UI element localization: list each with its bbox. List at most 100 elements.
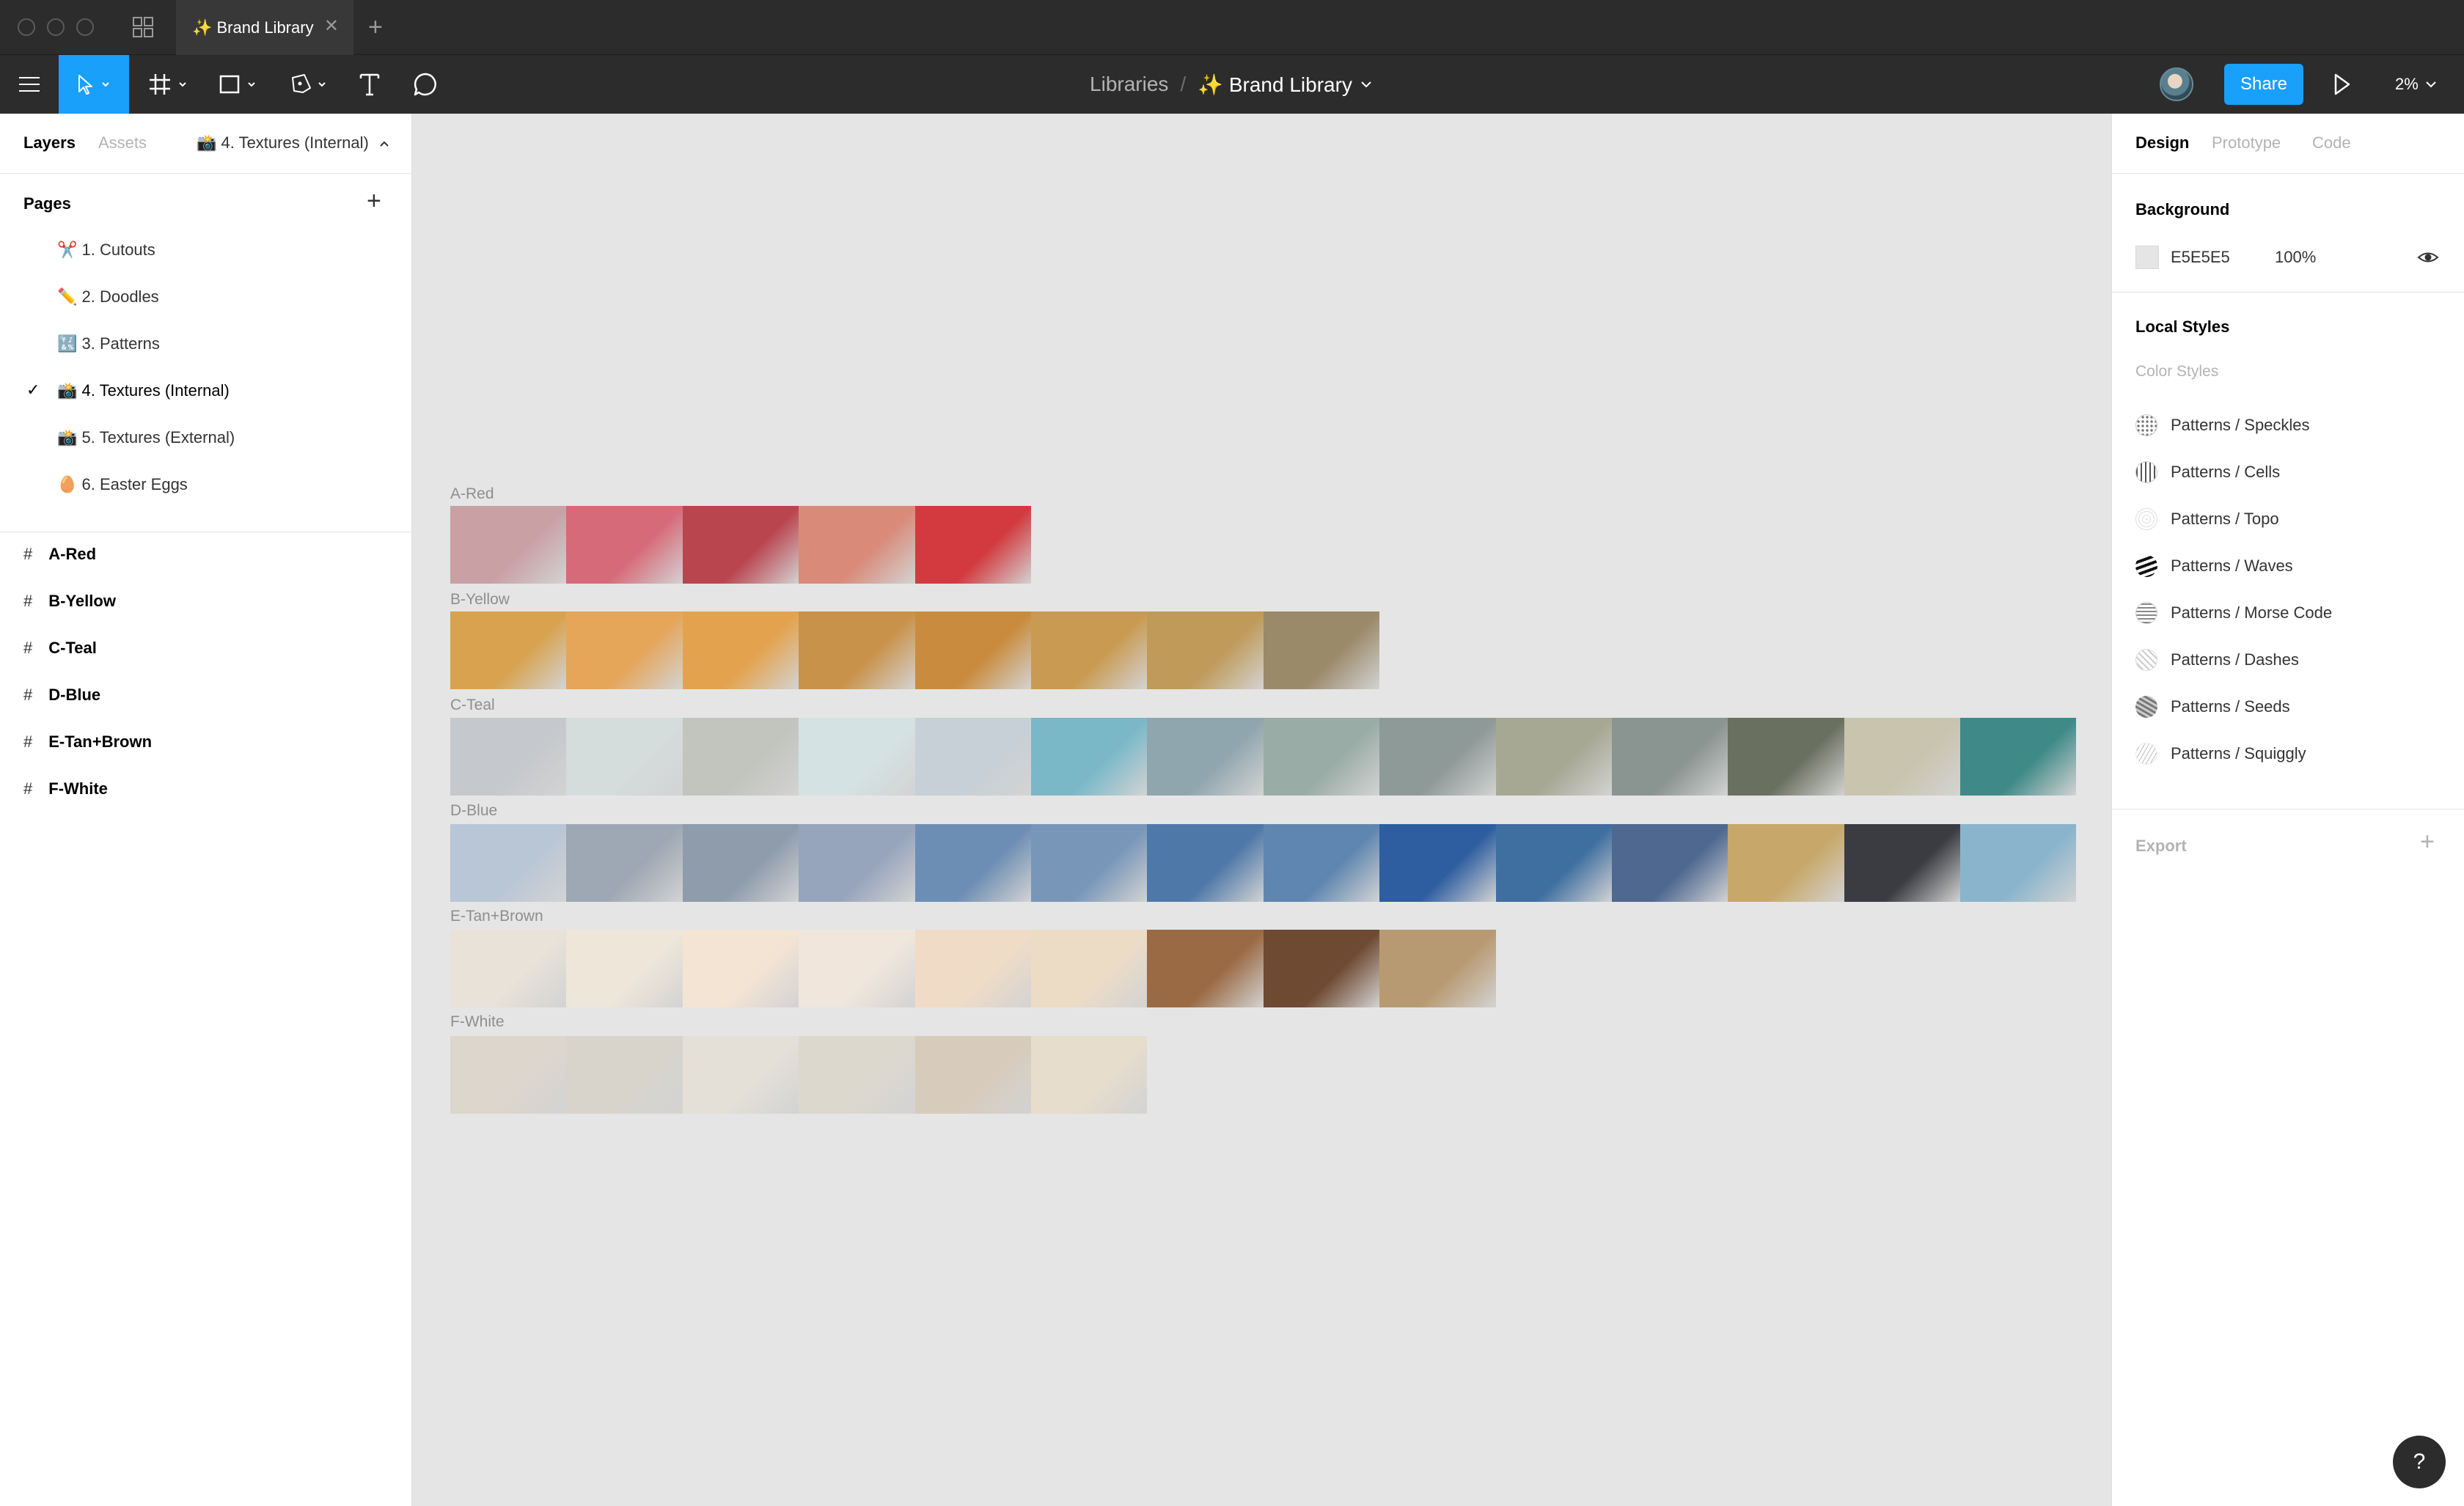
texture-tile[interactable] — [1611, 718, 1728, 796]
chevron-down-icon[interactable] — [1358, 79, 1374, 89]
tab-layers[interactable]: Layers — [23, 133, 76, 153]
style-item[interactable]: Patterns / Morse Code — [2135, 602, 2332, 624]
frame-f-white[interactable] — [450, 1036, 1148, 1114]
texture-tile[interactable] — [1728, 824, 1844, 902]
texture-tile[interactable] — [1147, 611, 1264, 689]
page-item[interactable]: 🔣 3. Patterns — [57, 334, 160, 353]
texture-tile[interactable] — [1379, 718, 1496, 796]
texture-tile[interactable] — [450, 718, 567, 796]
eye-icon[interactable] — [2417, 249, 2439, 266]
texture-tile[interactable] — [1263, 824, 1380, 902]
texture-tile[interactable] — [682, 1036, 799, 1114]
frame-label-c-teal[interactable]: C-Teal — [450, 697, 495, 714]
texture-tile[interactable] — [914, 506, 1031, 584]
style-item[interactable]: Patterns / Topo — [2135, 508, 2279, 530]
layer-item-a-red[interactable]: # A-Red — [23, 545, 96, 564]
texture-tile[interactable] — [1611, 824, 1728, 902]
texture-tile[interactable] — [566, 1036, 683, 1114]
texture-tile[interactable] — [799, 930, 915, 1007]
texture-tile[interactable] — [1844, 824, 1961, 902]
share-button[interactable]: Share — [2224, 64, 2303, 105]
tab-prototype[interactable]: Prototype — [2212, 133, 2281, 153]
page-item[interactable]: ✂️ 1. Cutouts — [57, 240, 155, 260]
texture-tile[interactable] — [1030, 611, 1148, 689]
add-page-button[interactable]: + — [367, 188, 381, 213]
style-item[interactable]: Patterns / Speckles — [2135, 414, 2310, 436]
layer-item-f-white[interactable]: # F-White — [23, 779, 108, 798]
frame-c-teal[interactable] — [450, 718, 2077, 796]
page-item[interactable]: 📸 5. Textures (External) — [57, 428, 235, 447]
frame-label-a-red[interactable]: A-Red — [450, 485, 494, 503]
texture-tile[interactable] — [1263, 930, 1380, 1007]
texture-tile[interactable] — [566, 930, 683, 1007]
style-item[interactable]: Patterns / Cells — [2135, 461, 2280, 483]
texture-tile[interactable] — [1147, 930, 1264, 1007]
page-item[interactable]: ✏️ 2. Doodles — [57, 287, 159, 306]
background-hex-input[interactable]: E5E5E5 — [2171, 248, 2230, 267]
frame-label-d-blue[interactable]: D-Blue — [450, 802, 497, 820]
texture-tile[interactable] — [799, 611, 915, 689]
breadcrumb-libraries[interactable]: Libraries — [1090, 73, 1168, 96]
layer-item-c-teal[interactable]: # C-Teal — [23, 639, 97, 658]
add-export-button[interactable]: + — [2420, 829, 2435, 854]
texture-tile[interactable] — [914, 930, 1031, 1007]
texture-tile[interactable] — [1495, 824, 1612, 902]
frame-a-red[interactable] — [450, 506, 1031, 584]
texture-tile[interactable] — [914, 1036, 1031, 1114]
texture-tile[interactable] — [566, 506, 683, 584]
background-opacity-input[interactable]: 100% — [2275, 248, 2316, 267]
play-icon[interactable] — [2331, 71, 2353, 98]
document-tab[interactable]: ✨ Brand Library ✕ — [176, 0, 353, 55]
texture-tile[interactable] — [1030, 1036, 1148, 1114]
texture-tile[interactable] — [1960, 824, 2077, 902]
texture-tile[interactable] — [1495, 718, 1612, 796]
texture-tile[interactable] — [450, 930, 567, 1007]
texture-tile[interactable] — [566, 718, 683, 796]
tab-code[interactable]: Code — [2312, 133, 2351, 153]
frame-e-tan-brown[interactable] — [450, 930, 1496, 1007]
page-item-selected[interactable]: 📸 4. Textures (Internal) — [57, 381, 230, 400]
texture-tile[interactable] — [799, 824, 915, 902]
texture-tile[interactable] — [682, 506, 799, 584]
texture-tile[interactable] — [799, 1036, 915, 1114]
style-item[interactable]: Patterns / Waves — [2135, 555, 2293, 577]
texture-tile[interactable] — [1147, 718, 1264, 796]
texture-tile[interactable] — [1379, 824, 1496, 902]
texture-tile[interactable] — [1030, 718, 1148, 796]
texture-tile[interactable] — [1844, 718, 1961, 796]
files-grid-icon[interactable] — [132, 16, 154, 38]
file-name[interactable]: ✨ Brand Library — [1198, 73, 1352, 97]
new-tab-button[interactable]: + — [368, 15, 383, 40]
layer-item-d-blue[interactable]: # D-Blue — [23, 686, 100, 705]
texture-tile[interactable] — [450, 506, 567, 584]
layer-item-b-yellow[interactable]: # B-Yellow — [23, 592, 116, 611]
texture-tile[interactable] — [914, 824, 1031, 902]
current-page-selector[interactable]: 📸 4. Textures (Internal) — [197, 133, 391, 153]
frame-d-blue[interactable] — [450, 824, 2077, 902]
texture-tile[interactable] — [1030, 930, 1148, 1007]
texture-tile[interactable] — [1379, 930, 1496, 1007]
zoom-dropdown[interactable]: 2% — [2395, 55, 2439, 114]
texture-tile[interactable] — [566, 611, 683, 689]
frame-b-yellow[interactable] — [450, 611, 1380, 689]
texture-tile[interactable] — [450, 1036, 567, 1114]
texture-tile[interactable] — [682, 824, 799, 902]
frame-label-f-white[interactable]: F-White — [450, 1013, 505, 1031]
texture-tile[interactable] — [1263, 611, 1380, 689]
layer-item-e-tan-brown[interactable]: # E-Tan+Brown — [23, 732, 152, 752]
texture-tile[interactable] — [799, 506, 915, 584]
texture-tile[interactable] — [914, 718, 1031, 796]
texture-tile[interactable] — [450, 824, 567, 902]
close-tab-icon[interactable]: ✕ — [324, 18, 339, 35]
texture-tile[interactable] — [1147, 824, 1264, 902]
frame-label-e-tan-brown[interactable]: E-Tan+Brown — [450, 908, 543, 925]
frame-label-b-yellow[interactable]: B-Yellow — [450, 591, 510, 609]
minimize-window-button[interactable] — [47, 18, 65, 36]
tab-assets[interactable]: Assets — [98, 133, 147, 153]
avatar[interactable] — [2160, 67, 2193, 101]
style-item[interactable]: Patterns / Dashes — [2135, 649, 2299, 671]
maximize-window-button[interactable] — [76, 18, 94, 36]
page-item[interactable]: 🥚 6. Easter Eggs — [57, 475, 188, 494]
tab-design[interactable]: Design — [2135, 133, 2189, 153]
style-item[interactable]: Patterns / Squiggly — [2135, 743, 2306, 765]
